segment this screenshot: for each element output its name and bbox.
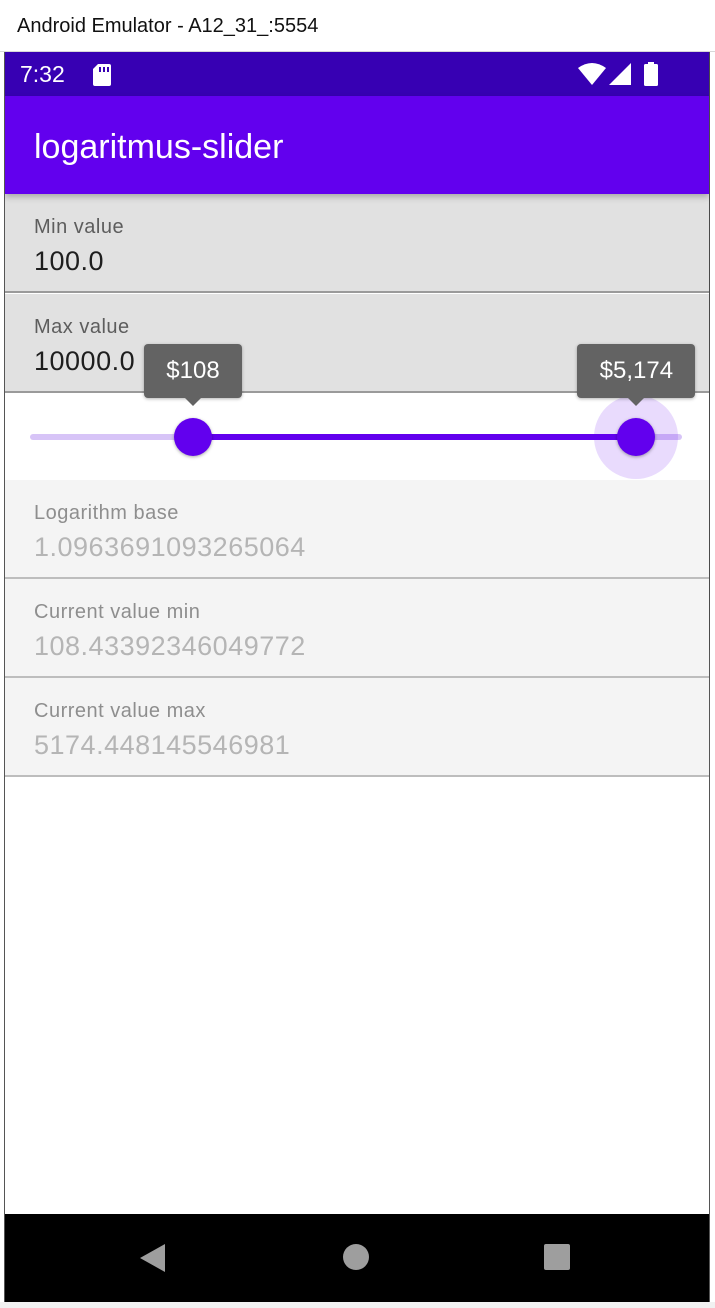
app-title: logaritmus-slider <box>34 128 284 166</box>
log-base-field: Logarithm base 1.0963691093265064 <box>5 480 709 579</box>
current-max-label: Current value max <box>34 700 206 722</box>
device-screen: 7:32 logaritmus-slider Min value 100.0 M… <box>4 52 710 1303</box>
max-value-input[interactable]: 10000.0 <box>34 346 135 377</box>
slider-start-value-tooltip: $108 <box>144 344 242 406</box>
current-min-value: 108.43392346049772 <box>34 631 306 661</box>
status-time: 7:32 <box>20 61 65 87</box>
sd-card-icon <box>93 64 111 86</box>
min-value-input[interactable]: 100.0 <box>34 246 104 277</box>
status-bar: 7:32 <box>5 52 709 96</box>
back-icon[interactable] <box>137 1243 167 1273</box>
range-slider[interactable] <box>5 394 709 480</box>
current-min-label: Current value min <box>34 601 201 623</box>
current-max-value: 5174.448145546981 <box>34 730 291 760</box>
window-bottom-edge <box>0 1302 715 1308</box>
recents-icon[interactable] <box>544 1244 570 1270</box>
emulator-title: Android Emulator - A12_31_:5554 <box>17 15 319 37</box>
slider-end-value-tooltip: $5,174 <box>577 344 696 406</box>
log-base-value: 1.0963691093265064 <box>34 532 306 562</box>
min-value-label: Min value <box>34 216 125 238</box>
app-bar: logaritmus-slider <box>5 96 709 194</box>
navigation-bar <box>5 1214 709 1302</box>
wifi-icon <box>578 63 606 85</box>
signal-icon <box>609 63 631 85</box>
slider-start-thumb[interactable] <box>174 418 212 456</box>
battery-icon <box>644 62 658 86</box>
max-value-label: Max value <box>34 316 130 338</box>
slider-track-active[interactable] <box>193 434 637 440</box>
current-max-field: Current value max 5174.448145546981 <box>5 678 709 777</box>
window-edge <box>709 52 710 650</box>
min-value-field[interactable]: Min value 100.0 <box>5 194 709 293</box>
home-icon[interactable] <box>343 1244 369 1270</box>
emulator-title-bar: Android Emulator - A12_31_:5554 <box>0 0 715 52</box>
log-base-label: Logarithm base <box>34 502 179 524</box>
current-min-field: Current value min 108.43392346049772 <box>5 579 709 678</box>
